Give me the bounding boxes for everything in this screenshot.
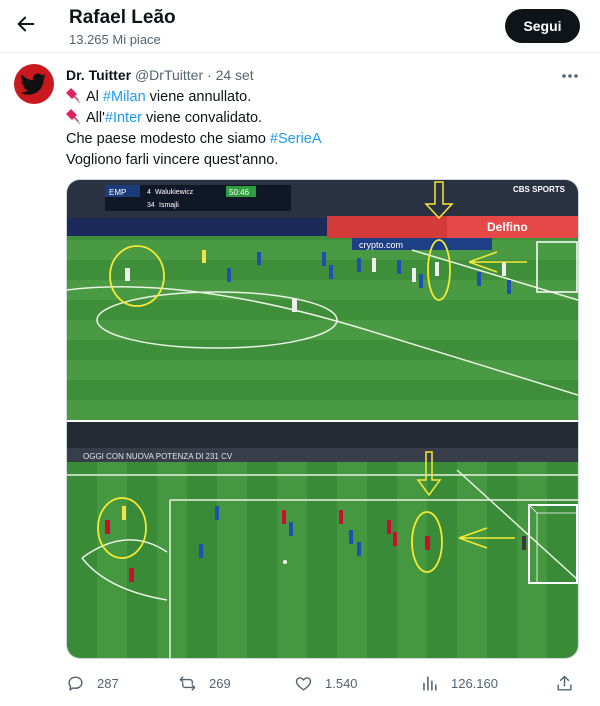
hashtag-milan[interactable]: #Milan [103,89,146,105]
profile-title: Rafael Leão [69,7,176,28]
ad-board-text-2: crypto.com [359,240,403,250]
tweet-line-4: Vogliono farli vincere quest'anno. [66,152,279,168]
scoreboard: EMP 4 Walukiewicz 34 Ismajli 50:46 [105,185,291,211]
match-screenshot: Delfino crypto.com EMP 4 Walukiewicz 34 [67,180,578,658]
reply-button[interactable]: 287 [66,672,119,694]
tweet-text: Al #Milan viene annullato. All'#Inter vi… [66,87,576,171]
reply-icon [68,675,83,691]
tweet-meta: Dr. Tuitter @DrTuitter · 24 set [66,67,254,83]
svg-text:Walukiewicz: Walukiewicz [155,189,194,196]
tweet-line-3: Che paese modesto che siamo #SerieA [66,131,322,147]
repost-icon [179,675,196,691]
svg-text:Ismajli: Ismajli [159,202,179,209]
ad-board-text: Delfino [487,220,528,234]
svg-text:50:46: 50:46 [229,188,250,197]
views-button[interactable]: 126.160 [420,672,498,694]
svg-text:34: 34 [147,202,155,209]
more-options-button[interactable] [559,69,581,83]
repost-button[interactable]: 269 [178,672,231,694]
arrow-left-icon [17,16,35,32]
repost-count: 269 [209,675,231,691]
likes-count: 13.265 Mi piace [69,32,161,47]
svg-text:4: 4 [147,189,151,196]
pushpin-icon [66,109,81,124]
back-button[interactable] [12,10,40,38]
analytics-icon [423,675,437,691]
more-dots-icon [562,74,578,78]
tweet-line-1: Al #Milan viene annullato. [66,87,576,108]
tweet-actions: 287 269 1.540 126.160 [66,672,580,694]
hashtag-inter[interactable]: #Inter [105,110,142,126]
broadcaster-logo: CBS SPORTS [513,185,566,194]
tweet: Dr. Tuitter @DrTuitter · 24 set Al #Mila… [0,52,600,706]
tweet-line-2: All'#Inter viene convalidato. [66,108,576,129]
top-frame: Delfino crypto.com EMP 4 Walukiewicz 34 [67,180,578,420]
share-button[interactable] [555,672,574,694]
avatar[interactable] [14,64,54,104]
meta-separator: · [207,67,212,83]
author-name[interactable]: Dr. Tuitter [66,67,131,83]
svg-text:EMP: EMP [109,188,126,197]
like-count: 1.540 [325,675,358,691]
pushpin-icon [66,88,81,103]
bird-logo-icon [21,73,46,95]
bottom-frame: OGGI CON NUOVA POTENZA DI 231 CV [67,422,578,658]
share-icon [557,675,572,691]
reply-count: 287 [97,675,119,691]
top-header: Rafael Leão 13.265 Mi piace Segui [0,0,600,52]
follow-button[interactable]: Segui [505,9,580,43]
author-handle[interactable]: @DrTuitter [135,67,203,83]
ad-board-bottom: OGGI CON NUOVA POTENZA DI 231 CV [83,452,233,461]
views-count: 126.160 [451,675,498,691]
tweet-media-image[interactable]: Delfino crypto.com EMP 4 Walukiewicz 34 [66,179,579,659]
heart-icon [295,676,312,691]
hashtag-seriea[interactable]: #SerieA [270,131,322,147]
like-button[interactable]: 1.540 [294,672,358,694]
tweet-date[interactable]: 24 set [216,67,254,83]
